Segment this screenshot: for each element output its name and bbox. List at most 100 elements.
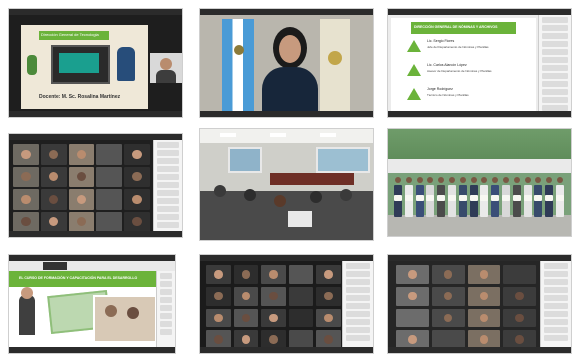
video-tile[interactable]: [40, 166, 67, 187]
participant-row[interactable]: [160, 297, 172, 303]
participant-row[interactable]: [157, 182, 179, 188]
video-tile[interactable]: [316, 265, 341, 284]
participant-row[interactable]: [542, 17, 568, 23]
video-tile[interactable]: [206, 308, 231, 328]
video-tile[interactable]: [288, 265, 314, 284]
video-tile[interactable]: [124, 166, 150, 187]
video-tile[interactable]: [124, 211, 150, 232]
video-tile[interactable]: [316, 308, 341, 328]
video-tile[interactable]: [233, 308, 259, 328]
video-tile[interactable]: [233, 265, 259, 284]
video-tile[interactable]: [261, 308, 286, 328]
participant-row[interactable]: [160, 321, 172, 327]
video-tile[interactable]: [396, 286, 429, 306]
participant-row[interactable]: [346, 303, 370, 309]
video-tile[interactable]: [96, 189, 123, 210]
video-tile[interactable]: [467, 308, 501, 328]
video-tile[interactable]: [467, 286, 501, 306]
participant-row[interactable]: [542, 49, 568, 55]
video-tile[interactable]: [68, 189, 95, 210]
video-tile[interactable]: [68, 211, 95, 232]
participant-row[interactable]: [157, 158, 179, 164]
participant-row[interactable]: [544, 327, 568, 333]
participant-row[interactable]: [157, 190, 179, 196]
participant-row[interactable]: [544, 319, 568, 325]
video-tile[interactable]: [233, 286, 259, 306]
participant-row[interactable]: [542, 41, 568, 47]
participant-row[interactable]: [157, 222, 179, 228]
participant-row[interactable]: [346, 287, 370, 293]
participant-row[interactable]: [157, 166, 179, 172]
video-tile[interactable]: [13, 211, 39, 232]
presenter-thumbnail[interactable]: [43, 262, 67, 270]
participant-row[interactable]: [346, 271, 370, 277]
participant-row[interactable]: [346, 263, 370, 269]
video-tile[interactable]: [40, 144, 67, 165]
participant-row[interactable]: [160, 313, 172, 319]
participant-row[interactable]: [157, 206, 179, 212]
participant-row[interactable]: [544, 303, 568, 309]
participants-panel[interactable]: [342, 261, 373, 347]
participant-row[interactable]: [346, 279, 370, 285]
participant-row[interactable]: [544, 335, 568, 341]
video-tile[interactable]: [431, 286, 465, 306]
video-tile[interactable]: [13, 166, 39, 187]
participant-row[interactable]: [160, 329, 172, 335]
video-tile[interactable]: [96, 211, 123, 232]
participant-row[interactable]: [542, 89, 568, 95]
video-tile[interactable]: [261, 286, 286, 306]
participants-panel[interactable]: [153, 140, 182, 231]
video-tile[interactable]: [396, 308, 429, 328]
video-tile[interactable]: [124, 189, 150, 210]
participant-row[interactable]: [157, 214, 179, 220]
video-tile[interactable]: [206, 265, 231, 284]
video-tile[interactable]: [288, 286, 314, 306]
participant-row[interactable]: [157, 142, 179, 148]
participant-row[interactable]: [544, 263, 568, 269]
video-tile[interactable]: [13, 189, 39, 210]
video-tile[interactable]: [467, 265, 501, 284]
participant-row[interactable]: [346, 327, 370, 333]
participant-row[interactable]: [160, 281, 172, 287]
video-tile[interactable]: [261, 265, 286, 284]
video-tile[interactable]: [13, 144, 39, 165]
video-tile[interactable]: [503, 308, 536, 328]
presenter-thumbnail[interactable]: [150, 53, 182, 83]
video-tile[interactable]: [68, 166, 95, 187]
participant-row[interactable]: [157, 174, 179, 180]
participants-panel[interactable]: [156, 271, 175, 347]
participant-row[interactable]: [544, 279, 568, 285]
participant-row[interactable]: [542, 65, 568, 71]
participant-row[interactable]: [542, 81, 568, 87]
video-tile[interactable]: [40, 189, 67, 210]
video-tile[interactable]: [68, 144, 95, 165]
participant-row[interactable]: [346, 335, 370, 341]
video-tile[interactable]: [96, 144, 123, 165]
participants-panel[interactable]: [540, 261, 571, 347]
video-tile[interactable]: [431, 265, 465, 284]
participant-row[interactable]: [544, 271, 568, 277]
video-tile[interactable]: [503, 265, 536, 284]
participant-row[interactable]: [160, 273, 172, 279]
video-tile[interactable]: [96, 166, 123, 187]
participant-row[interactable]: [346, 311, 370, 317]
participants-panel[interactable]: [538, 15, 571, 111]
participant-row[interactable]: [544, 287, 568, 293]
participant-row[interactable]: [157, 198, 179, 204]
video-tile[interactable]: [40, 211, 67, 232]
participant-row[interactable]: [542, 25, 568, 31]
participant-row[interactable]: [157, 150, 179, 156]
participant-row[interactable]: [160, 305, 172, 311]
participant-row[interactable]: [542, 97, 568, 103]
video-tile[interactable]: [316, 286, 341, 306]
video-tile[interactable]: [206, 286, 231, 306]
participant-row[interactable]: [542, 73, 568, 79]
participant-row[interactable]: [544, 295, 568, 301]
participant-row[interactable]: [346, 319, 370, 325]
participant-row[interactable]: [542, 33, 568, 39]
video-tile[interactable]: [396, 265, 429, 284]
participant-row[interactable]: [160, 289, 172, 295]
video-tile[interactable]: [124, 144, 150, 165]
video-tile[interactable]: [288, 308, 314, 328]
video-tile[interactable]: [431, 308, 465, 328]
